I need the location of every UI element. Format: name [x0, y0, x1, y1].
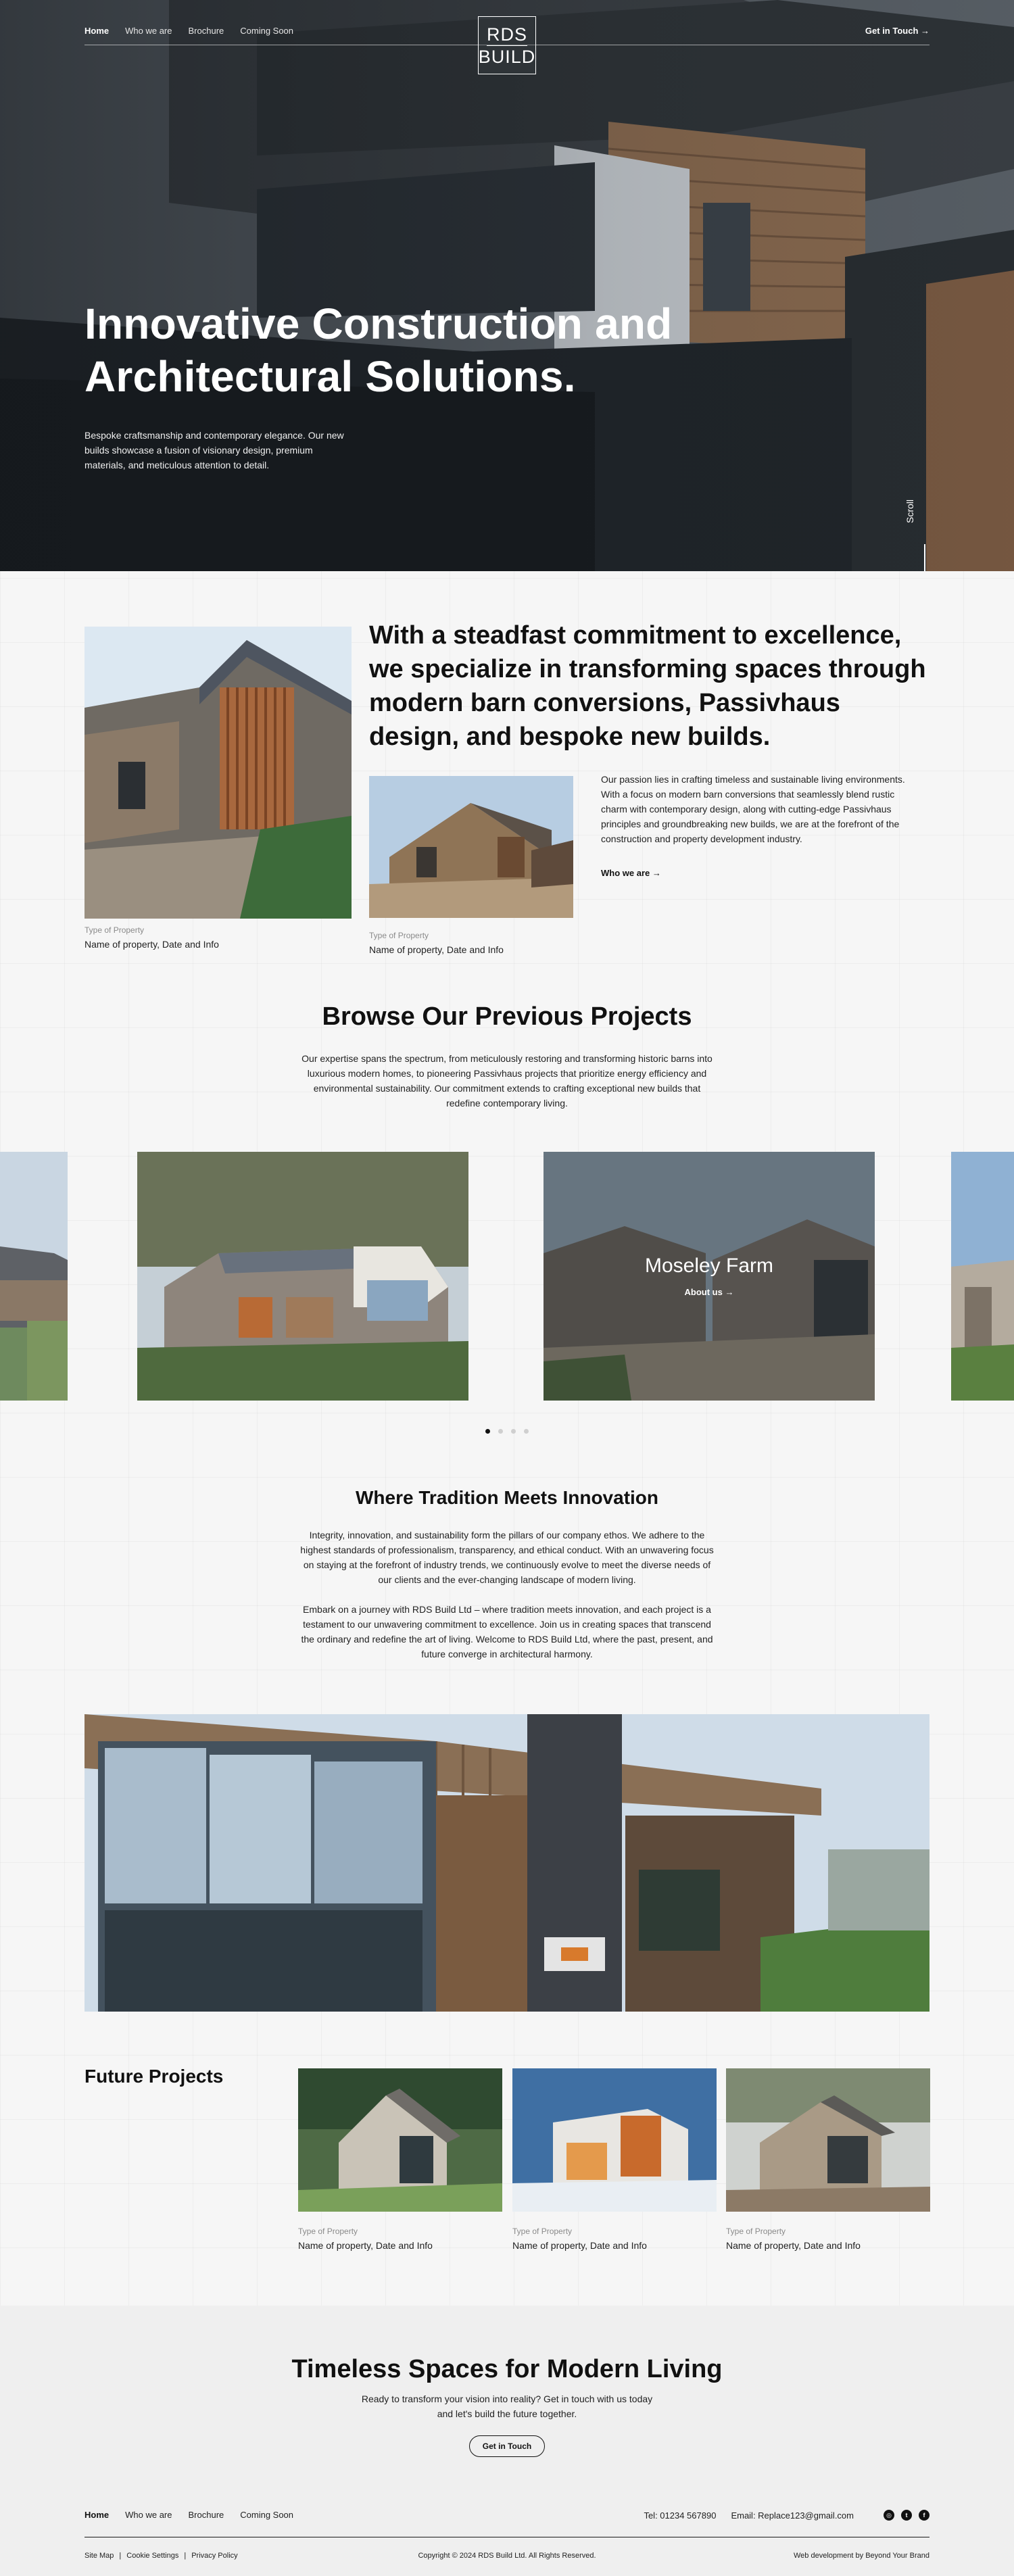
nav-get-in-touch-link[interactable]: Get in Touch → [865, 26, 930, 36]
nav-links: Home Who we are Brochure Coming Soon [84, 26, 293, 36]
get-in-touch-button[interactable]: Get in Touch [469, 2435, 545, 2457]
footer-nav: Home Who we are Brochure Coming Soon [84, 2510, 293, 2520]
cta-title: Timeless Spaces for Modern Living [291, 2355, 723, 2383]
carousel-dot[interactable] [511, 1429, 516, 1434]
carousel-dot[interactable] [524, 1429, 529, 1434]
intro-body-text: Our passion lies in crafting timeless an… [601, 774, 905, 844]
carousel-slide-partial-left[interactable] [0, 1152, 68, 1401]
nav-link-brochure[interactable]: Brochure [189, 26, 224, 36]
logo[interactable]: RDS BUILD [478, 16, 536, 74]
projects-title: Browse Our Previous Projects [322, 1002, 692, 1031]
projects-carousel[interactable]: Moseley Farm About us → [0, 1152, 1014, 1401]
scroll-indicator[interactable]: Scroll [904, 487, 933, 571]
slide-about-us-link[interactable]: About us → [544, 1287, 875, 1297]
carousel-slide-active[interactable]: Moseley Farm About us → [544, 1152, 875, 1401]
carousel-slide-barn[interactable] [137, 1152, 468, 1401]
footer-link-brochure[interactable]: Brochure [189, 2510, 224, 2520]
hero-title: Innovative Construction and Architectura… [84, 299, 673, 401]
property-name-label: Name of property, Date and Info [726, 2240, 861, 2251]
tradition-paragraph-1: Integrity, innovation, and sustainabilit… [300, 1530, 714, 1585]
slide-title: Moseley Farm [644, 1255, 774, 1277]
logo-text-top: RDS [486, 24, 527, 45]
cta-footer-section: Timeless Spaces for Modern Living Ready … [0, 2306, 1014, 2576]
nav-link-coming-soon[interactable]: Coming Soon [240, 26, 293, 36]
twitter-icon[interactable]: t [901, 2510, 912, 2521]
property-name-label: Name of property, Date and Info [298, 2240, 433, 2251]
property-type-label: Type of Property [512, 2227, 573, 2236]
tradition-paragraph-2: Embark on a journey with RDS Build Ltd –… [301, 1604, 713, 1659]
logo-divider [487, 45, 527, 46]
property-type-label: Type of Property [84, 925, 145, 935]
future-project-caption: Type of Property Name of property, Date … [512, 2227, 717, 2251]
carousel-dot[interactable] [485, 1429, 490, 1434]
footer-link-home[interactable]: Home [84, 2510, 109, 2520]
footer-link-who-we-are[interactable]: Who we are [125, 2510, 172, 2520]
footer-credit-link[interactable]: Web development by Beyond Your Brand [794, 2552, 930, 2560]
property-type-label: Type of Property [298, 2227, 358, 2236]
future-project-image [298, 2068, 502, 2212]
tradition-title: Where Tradition Meets Innovation [355, 1487, 659, 1508]
property-type-label: Type of Property [726, 2227, 786, 2236]
scroll-line [924, 544, 925, 571]
intro-card-2-caption: Type of Property Name of property, Date … [369, 931, 504, 955]
carousel-dot[interactable] [498, 1429, 503, 1434]
instagram-icon[interactable]: ◎ [884, 2510, 894, 2521]
scroll-label: Scroll [904, 499, 915, 523]
social-links: ◎ t f [884, 2510, 930, 2521]
hero-section: Home Who we are Brochure Coming Soon Get… [0, 0, 1014, 571]
nav-link-who-we-are[interactable]: Who we are [125, 26, 172, 36]
property-name-label: Name of property, Date and Info [512, 2240, 647, 2251]
feature-house-image [84, 1714, 930, 2012]
carousel-pagination [485, 1429, 529, 1434]
intro-card-1-caption: Type of Property Name of property, Date … [84, 925, 219, 950]
property-type-label: Type of Property [369, 931, 429, 940]
who-we-are-link[interactable]: Who we are → [601, 868, 661, 878]
future-project-card[interactable]: Type of Property Name of property, Date … [512, 2068, 717, 2251]
intro-property-image [84, 627, 352, 919]
hero-overlay [0, 0, 1014, 571]
page: Home Who we are Brochure Coming Soon Get… [0, 0, 1014, 2576]
cta-body-text: Ready to transform your vision into real… [361, 2393, 653, 2419]
footer-link-coming-soon[interactable]: Coming Soon [240, 2510, 293, 2520]
intro-secondary-image [369, 776, 573, 918]
future-project-image [512, 2068, 717, 2212]
footer-contact: Tel: 01234 567890 Email: Replace123@gmai… [644, 2510, 930, 2521]
property-name-label: Name of property, Date and Info [369, 944, 504, 955]
future-project-image [726, 2068, 930, 2212]
footer-email[interactable]: Email: Replace123@gmail.com [731, 2510, 854, 2521]
facebook-icon[interactable]: f [919, 2510, 930, 2521]
carousel-slide-partial-right[interactable] [951, 1152, 1014, 1401]
future-project-caption: Type of Property Name of property, Date … [298, 2227, 502, 2251]
nav-link-home[interactable]: Home [84, 26, 109, 36]
future-project-card[interactable]: Type of Property Name of property, Date … [726, 2068, 930, 2251]
future-project-caption: Type of Property Name of property, Date … [726, 2227, 930, 2251]
logo-text-bottom: BUILD [478, 46, 536, 67]
intro-headline: With a steadfast commitment to excellenc… [369, 621, 926, 751]
property-name-label: Name of property, Date and Info [84, 939, 219, 950]
footer-telephone[interactable]: Tel: 01234 567890 [644, 2510, 716, 2521]
future-projects-title: Future Projects [84, 2066, 224, 2087]
future-project-card[interactable]: Type of Property Name of property, Date … [298, 2068, 502, 2251]
projects-body-text: Our expertise spans the spectrum, from m… [301, 1053, 713, 1109]
hero-subtitle: Bespoke craftsmanship and contemporary e… [84, 430, 344, 470]
